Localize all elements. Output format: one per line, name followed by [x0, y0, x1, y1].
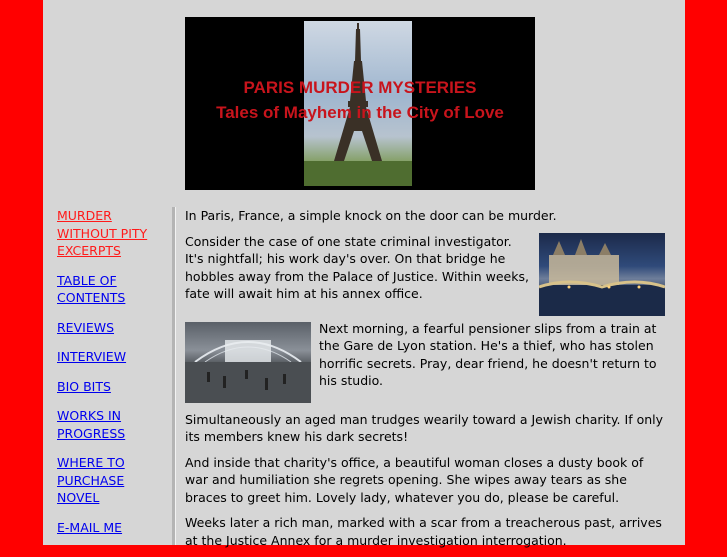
nav-link-excerpts[interactable]: MURDER WITHOUT PITY EXCERPTS	[57, 207, 167, 260]
building-icon	[538, 238, 666, 316]
sidebar-divider	[172, 207, 176, 545]
page-container: PARIS MURDER MYSTERIES Tales of Mayhem i…	[43, 0, 685, 548]
nav-link-interview[interactable]: INTERVIEW	[57, 348, 167, 366]
main-content: In Paris, France, a simple knock on the …	[185, 207, 666, 557]
paragraph-aged-man: Simultaneously an aged man trudges weari…	[185, 411, 664, 445]
site-title: PARIS MURDER MYSTERIES	[243, 78, 477, 97]
paragraph-intro: In Paris, France, a simple knock on the …	[185, 208, 557, 223]
station-icon	[185, 339, 311, 403]
header-banner: PARIS MURDER MYSTERIES Tales of Mayhem i…	[185, 17, 535, 190]
nav-link-reviews[interactable]: REVIEWS	[57, 319, 167, 337]
nav-link-works-in-progress[interactable]: WORKS IN PROGRESS	[57, 407, 167, 442]
palace-of-justice-night-photo	[538, 232, 666, 316]
site-subtitle: Tales of Mayhem in the City of Love	[216, 103, 504, 122]
nav-link-bio-bits[interactable]: BIO BITS	[57, 378, 167, 396]
nav-link-table-of-contents[interactable]: TABLE OF CONTENTS	[57, 272, 167, 307]
paragraph-charity-office: And inside that charity's office, a beau…	[185, 454, 644, 505]
gare-de-lyon-station-photo	[185, 321, 311, 403]
nav-link-purchase[interactable]: WHERE TO PURCHASE NOVEL	[57, 454, 167, 507]
paragraph-rich-man: Weeks later a rich man, marked with a sc…	[185, 515, 662, 548]
sidebar-nav: MURDER WITHOUT PITY EXCERPTS TABLE OF CO…	[57, 207, 167, 548]
nav-link-email[interactable]: E-MAIL ME	[57, 519, 167, 537]
